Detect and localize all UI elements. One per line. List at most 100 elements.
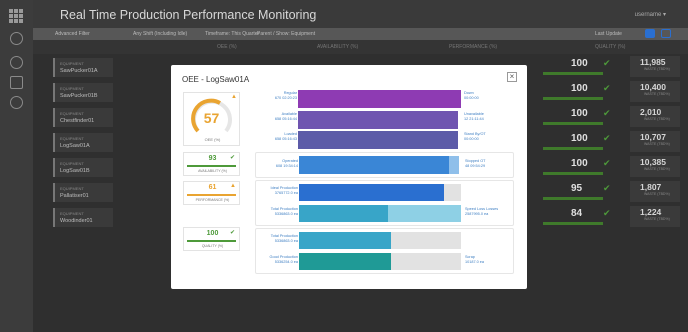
equipment-type: EQUIPMENT	[60, 186, 84, 191]
quality-label: QUALITY (%)	[201, 244, 224, 248]
q-total-bar	[299, 232, 391, 249]
check-icon: ✔	[230, 230, 236, 236]
equipment-cell[interactable]: EQUIPMENT SawPucker01A	[53, 58, 113, 77]
app: Real Time Production Performance Monitor…	[0, 0, 688, 332]
available-label: Available 658 05:16:44	[274, 112, 297, 121]
warning-icon: ▲	[230, 183, 236, 189]
table-header: OEE (%) AVAILABILITY (%) PERFORMANCE (%)…	[33, 40, 688, 54]
equipment-name: LogSaw01A	[60, 143, 90, 149]
equipment-cell[interactable]: EQUIPMENT Woodinder01	[53, 208, 113, 227]
equipment-cell[interactable]: EQUIPMENT SawPucker01B	[53, 83, 113, 102]
availability-box: 93 ✔ AVAILABILITY (%)	[183, 152, 240, 176]
quality-bar	[543, 72, 603, 75]
page-title: Real Time Production Performance Monitor…	[60, 8, 317, 22]
oee-label: OEE (%)	[204, 137, 221, 142]
quality-bar	[543, 222, 603, 225]
check-icon: ✔	[603, 133, 611, 143]
report-icon[interactable]	[10, 76, 23, 89]
clock-icon[interactable]	[10, 56, 23, 69]
quality-cell: 84 ✔	[543, 206, 611, 227]
count-cell: 11,985 WASTE (TBD%)	[630, 56, 680, 77]
quality-cell: 100 ✔	[543, 56, 611, 77]
equipment-cell[interactable]: EQUIPMENT Chestfinder01	[53, 108, 113, 127]
speedloss-bar	[388, 205, 461, 222]
count-unit: WASTE (TBD%)	[644, 192, 670, 196]
equipment-cell[interactable]: EQUIPMENT Pallatiser01	[53, 183, 113, 202]
oee-modal: OEE - LogSaw01A × 57 ▲ OEE (%) 93 ✔ AVAI…	[171, 65, 527, 289]
count-cell: 10,400 WASTE (TBD%)	[630, 81, 680, 102]
refresh-button[interactable]	[645, 29, 655, 38]
last-update: Last Update	[595, 31, 622, 37]
quality-cell: 100 ✔	[543, 156, 611, 177]
check-icon: ✔	[230, 155, 236, 161]
quality-cell: 100 ✔	[543, 81, 611, 102]
total-bar	[299, 205, 388, 222]
quality-bar	[543, 122, 603, 125]
count-unit: WASTE (TBD%)	[644, 217, 670, 221]
equipment-type: EQUIPMENT	[60, 161, 84, 166]
count-cell: 10,707 WASTE (TBD%)	[630, 131, 680, 152]
quality-value: 100	[571, 58, 588, 69]
settings-icon[interactable]	[10, 96, 23, 109]
user-menu[interactable]: username ▾	[635, 11, 666, 18]
equipment-name: Chestfinder01	[60, 118, 95, 124]
stopped-label: Stopped OT 48 09:54:29	[465, 159, 486, 168]
count-cell: 1,807 WASTE (TBD%)	[630, 181, 680, 202]
close-button[interactable]: ×	[507, 72, 517, 82]
q-total-label: Total Production 5336863.0 ea	[270, 234, 298, 243]
quality-bar	[187, 240, 236, 242]
equipment-cell[interactable]: EQUIPMENT LogSaw01A	[53, 133, 113, 152]
total-label: Total Production 5336863.0 ea	[270, 207, 298, 216]
header: Real Time Production Performance Monitor…	[33, 0, 688, 28]
dashboard-icon[interactable]	[10, 32, 23, 45]
speedloss-label: Speed Loss Losses 2587995.0 ea	[465, 207, 499, 216]
performance-box: 61 ▲ PERFORMANCE (%)	[183, 181, 240, 205]
availability-bar	[187, 165, 236, 167]
equipment-cell[interactable]: EQUIPMENT LogSaw01B	[53, 158, 113, 177]
col-performance: PERFORMANCE (%)	[449, 44, 498, 50]
count-cell: 10,385 WASTE (TBD%)	[630, 156, 680, 177]
quality-bar	[543, 197, 603, 200]
quality-box: 100 ✔ QUALITY (%)	[183, 227, 240, 251]
equipment-name: SawPucker01B	[60, 93, 98, 99]
count-cell: 1,224 WASTE (TBD%)	[630, 206, 680, 227]
quality-value: 95	[571, 183, 583, 194]
count-value: 10,400	[640, 82, 666, 92]
quality-value: 100	[571, 158, 588, 169]
operated-bar	[299, 156, 459, 174]
loaded-bar	[298, 131, 458, 149]
equipment-type: EQUIPMENT	[60, 136, 84, 141]
operated-panel: Operated 608 19:34:14 Stopped OT 48 09:54:…	[255, 152, 514, 178]
equipment-type: EQUIPMENT	[60, 211, 84, 216]
quality-cell: 95 ✔	[543, 181, 611, 202]
quality-value: 100	[571, 83, 588, 94]
standby-label: Stand By/OT 00:00:00	[464, 132, 486, 141]
equipment-type: EQUIPMENT	[60, 111, 84, 116]
down-label: Down 00:00:00	[464, 91, 479, 100]
count-value: 2,010	[640, 107, 662, 117]
shift-filter[interactable]: Any Shift (Including Idle)	[133, 31, 187, 37]
operated-label: Operated 608 19:34:14	[275, 159, 298, 168]
filter-bar: Advanced Filter Any Shift (Including Idl…	[33, 28, 688, 40]
parent-filter[interactable]: Parent / Show: Equipment	[257, 31, 315, 37]
quality-cell: 100 ✔	[543, 106, 611, 127]
loaded-label: Loaded 658 05:16:43	[274, 132, 297, 141]
oee-value: 57	[203, 110, 220, 126]
regular-label: Regular 670 02:20:23	[274, 91, 297, 100]
settings-button[interactable]	[661, 29, 671, 38]
unavailable-label: Unavailable 12 21:11:44	[464, 112, 484, 121]
advanced-filter[interactable]: Advanced Filter	[55, 31, 90, 37]
count-value: 1,224	[640, 207, 662, 217]
grid-logo-icon[interactable]	[8, 8, 24, 24]
col-availability: AVAILABILITY (%)	[317, 44, 359, 50]
count-unit: WASTE (TBD%)	[644, 67, 670, 71]
col-oee: OEE (%)	[217, 44, 237, 50]
count-unit: WASTE (TBD%)	[644, 142, 670, 146]
check-icon: ✔	[603, 58, 611, 68]
availability-label: AVAILABILITY (%)	[198, 169, 227, 173]
timeframe-filter[interactable]: Timeframe: This Quarter	[205, 31, 259, 37]
equipment-name: Pallatiser01	[60, 193, 89, 199]
count-unit: WASTE (TBD%)	[644, 167, 670, 171]
modal-title: OEE - LogSaw01A	[182, 75, 250, 84]
oee-gauge: 57 ▲ OEE (%)	[183, 92, 240, 146]
